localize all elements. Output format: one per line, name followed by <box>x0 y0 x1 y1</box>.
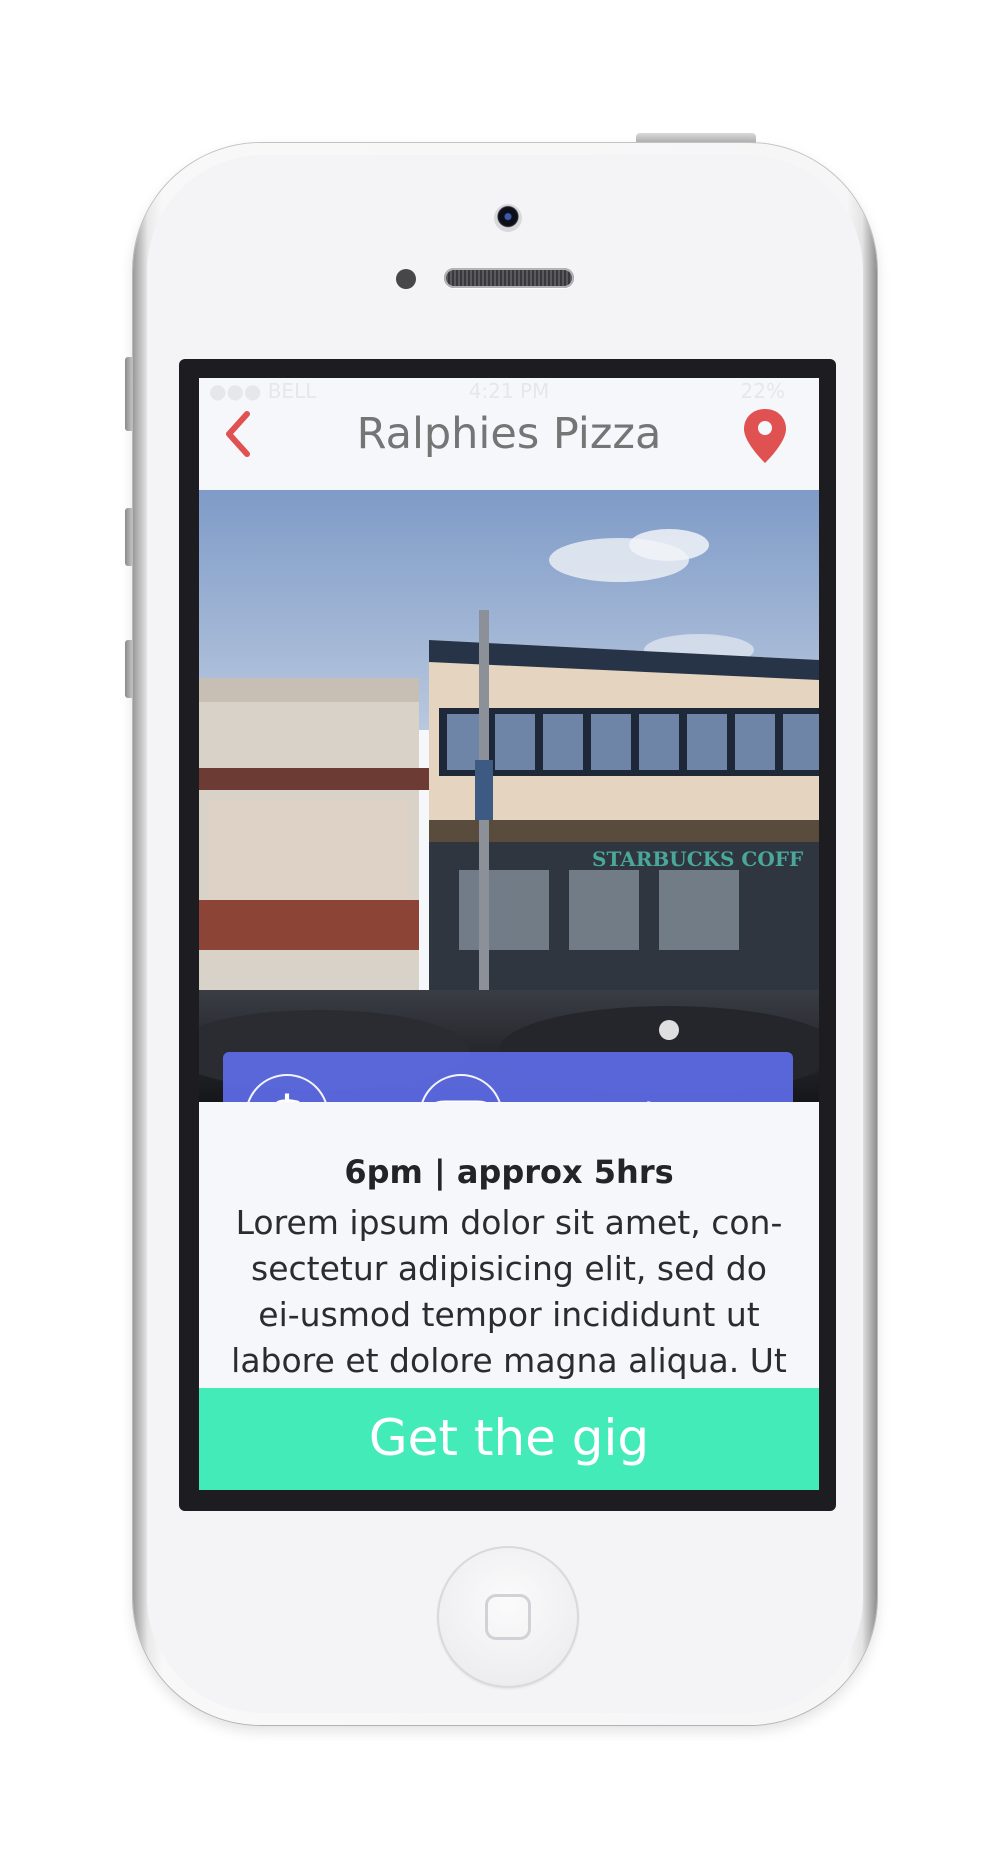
front-camera <box>494 204 522 232</box>
venue-photo: STARBUCKS COFF $ 60 Bartender <box>199 490 819 1102</box>
role-name: Bartender <box>514 1092 689 1102</box>
mute-switch <box>125 357 133 431</box>
dollar-icon: $ <box>247 1076 327 1102</box>
pay-amount: 60 <box>341 1092 386 1102</box>
gig-info-bar: $ 60 Bartender <box>223 1052 793 1102</box>
gig-description: Lorem ipsum dolor sit amet, con-sectetur… <box>231 1203 787 1380</box>
volume-down-button <box>125 640 133 698</box>
chevron-left-icon <box>226 411 250 457</box>
storefront-image: STARBUCKS COFF <box>199 490 819 1102</box>
proximity-sensor <box>396 269 416 289</box>
mask-icon <box>435 1100 487 1102</box>
map-pin-icon <box>744 409 786 463</box>
nav-bar: ●●● BELL 4:21 PM 22% Ralphies Pizza <box>199 378 819 490</box>
page-title: Ralphies Pizza <box>356 409 662 459</box>
pay-circle: $ <box>245 1074 329 1102</box>
get-the-gig-button[interactable]: Get the gig <box>199 1388 819 1490</box>
location-button[interactable] <box>738 405 792 469</box>
app-screen: ●●● BELL 4:21 PM 22% Ralphies Pizza STAR… <box>199 378 819 1490</box>
status-battery: 22% <box>740 379 785 403</box>
earpiece-speaker <box>444 268 574 288</box>
volume-up-button <box>125 508 133 566</box>
back-button[interactable] <box>213 404 267 464</box>
home-button[interactable] <box>437 1546 579 1688</box>
gig-time: 6pm | approx 5hrs <box>344 1153 674 1191</box>
home-button-square-icon <box>485 1594 531 1640</box>
role-circle <box>419 1074 503 1102</box>
storefront-sign: STARBUCKS COFF <box>592 847 803 871</box>
